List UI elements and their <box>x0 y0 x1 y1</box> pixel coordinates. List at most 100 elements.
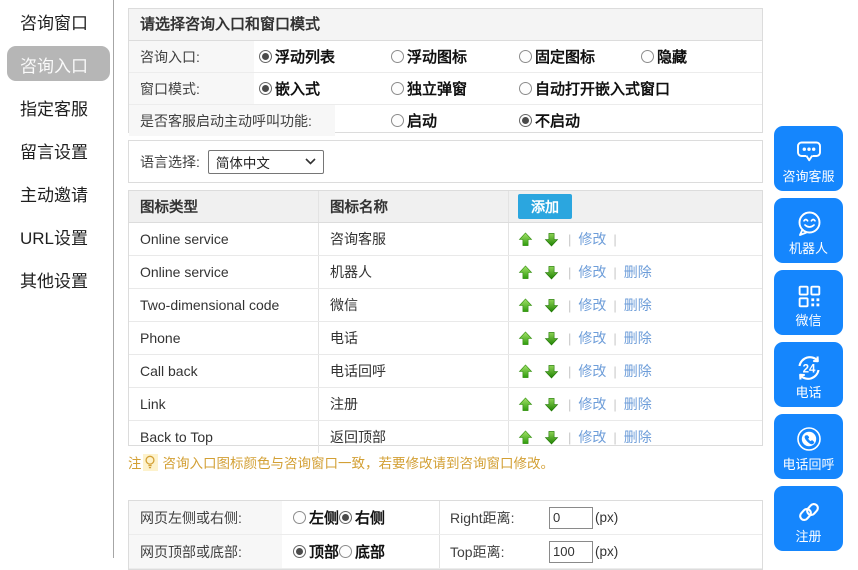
sidebar-item-consult-entry[interactable]: 咨询入口 <box>0 43 113 86</box>
right-distance-input[interactable] <box>549 507 593 529</box>
sidebar-item-label: 咨询入口 <box>0 52 88 77</box>
row-label: 是否客服启动主动呼叫功能: <box>129 105 335 136</box>
radio-option-popup[interactable]: 独立弹窗 <box>391 73 467 104</box>
sidebar-item-url-settings[interactable]: URL设置 <box>0 215 113 258</box>
edit-link[interactable]: 修改 <box>578 295 606 315</box>
edit-link[interactable]: 修改 <box>578 229 606 249</box>
radio-option-enable[interactable]: 启动 <box>391 105 437 136</box>
radio-option-bottom[interactable]: 底部 <box>339 535 385 568</box>
icon-type-cell: Phone <box>129 322 319 354</box>
radio-icon[interactable] <box>259 50 272 63</box>
radio-option-auto-open-embedded[interactable]: 自动打开嵌入式窗口 <box>519 73 670 104</box>
radio-icon[interactable] <box>519 114 532 127</box>
radio-icon[interactable] <box>391 50 404 63</box>
table-row: Back to Top 返回顶部 | 修改 | 删除 <box>129 421 762 453</box>
move-down-icon[interactable] <box>544 430 559 445</box>
radio-option-right[interactable]: 右侧 <box>339 501 385 534</box>
row-actions: | 修改 | 删除 <box>509 388 762 420</box>
quick-button-callback[interactable]: 电话回呼 <box>774 414 843 479</box>
delete-link[interactable]: 删除 <box>624 427 652 447</box>
top-distance-input[interactable] <box>549 541 593 563</box>
separator: | <box>568 331 571 346</box>
radio-icon[interactable] <box>391 82 404 95</box>
svg-text:24: 24 <box>802 363 815 375</box>
move-up-icon[interactable] <box>518 331 533 346</box>
radio-icon[interactable] <box>259 82 272 95</box>
cell-divider <box>439 535 440 568</box>
delete-link[interactable]: 删除 <box>624 361 652 381</box>
move-up-icon[interactable] <box>518 265 533 280</box>
note: 注咨询入口图标颜色与咨询窗口一致，若要修改请到咨询窗口修改。 <box>128 452 554 472</box>
move-up-icon[interactable] <box>518 397 533 412</box>
icon-name-cell: 咨询客服 <box>319 223 509 255</box>
sidebar-item-assign-agent[interactable]: 指定客服 <box>0 86 113 129</box>
radio-icon[interactable] <box>391 114 404 127</box>
edit-link[interactable]: 修改 <box>578 427 606 447</box>
sidebar-item-message-settings[interactable]: 留言设置 <box>0 129 113 172</box>
move-down-icon[interactable] <box>544 364 559 379</box>
quick-button-phone[interactable]: 24 电话 <box>774 342 843 407</box>
radio-label: 不启动 <box>535 110 580 131</box>
radio-option-float-icon[interactable]: 浮动图标 <box>391 41 467 72</box>
move-down-icon[interactable] <box>544 265 559 280</box>
quick-button-register[interactable]: 注册 <box>774 486 843 551</box>
sidebar-item-label: URL设置 <box>0 224 88 249</box>
sidebar-item-consult-window[interactable]: 咨询窗口 <box>0 0 113 43</box>
quick-button-wechat[interactable]: 微信 <box>774 270 843 335</box>
radio-option-fixed-icon[interactable]: 固定图标 <box>519 41 595 72</box>
move-up-icon[interactable] <box>518 364 533 379</box>
move-up-icon[interactable] <box>518 298 533 313</box>
language-select-value: 简体中文 <box>216 152 270 172</box>
radio-option-top[interactable]: 顶部 <box>293 535 339 568</box>
radio-option-hidden[interactable]: 隐藏 <box>641 41 687 72</box>
quick-button-label: 咨询客服 <box>782 170 834 184</box>
phone-callback-icon <box>793 422 825 458</box>
separator: | <box>613 298 616 313</box>
move-up-icon[interactable] <box>518 232 533 247</box>
delete-link[interactable]: 删除 <box>624 262 652 282</box>
row-label: 网页顶部或底部: <box>129 535 282 568</box>
separator: | <box>613 364 616 379</box>
move-down-icon[interactable] <box>544 331 559 346</box>
radio-icon[interactable] <box>339 545 352 558</box>
move-up-icon[interactable] <box>518 430 533 445</box>
edit-link[interactable]: 修改 <box>578 394 606 414</box>
sidebar-item-other-settings[interactable]: 其他设置 <box>0 258 113 301</box>
separator: | <box>568 430 571 445</box>
language-label: 语言选择: <box>129 152 200 172</box>
move-down-icon[interactable] <box>544 397 559 412</box>
radio-label: 浮动列表 <box>275 46 335 67</box>
position-panel: 网页左侧或右侧: 左侧 右侧 Right距离: (px) 网页顶部或底部: 顶部… <box>128 500 763 570</box>
separator: | <box>568 265 571 280</box>
language-panel: 语言选择: 简体中文 <box>128 140 763 183</box>
row-label: 网页左侧或右侧: <box>129 501 282 534</box>
radio-option-disable[interactable]: 不启动 <box>519 105 580 136</box>
radio-option-embedded[interactable]: 嵌入式 <box>259 73 320 104</box>
delete-link[interactable]: 删除 <box>624 328 652 348</box>
language-select[interactable]: 简体中文 <box>208 150 324 174</box>
radio-icon[interactable] <box>293 545 306 558</box>
icon-name-cell: 机器人 <box>319 256 509 288</box>
quick-button-consult[interactable]: 咨询客服 <box>774 126 843 191</box>
radio-icon[interactable] <box>641 50 654 63</box>
add-button[interactable]: 添加 <box>518 194 572 219</box>
radio-option-float-list[interactable]: 浮动列表 <box>259 41 335 72</box>
form-row-window-mode: 窗口模式: 嵌入式 独立弹窗 自动打开嵌入式窗口 <box>129 73 762 105</box>
radio-icon[interactable] <box>339 511 352 524</box>
move-down-icon[interactable] <box>544 232 559 247</box>
icon-type-cell: Two-dimensional code <box>129 289 319 321</box>
radio-icon[interactable] <box>519 82 532 95</box>
delete-link[interactable]: 删除 <box>624 394 652 414</box>
radio-icon[interactable] <box>519 50 532 63</box>
radio-option-left[interactable]: 左侧 <box>293 501 339 534</box>
radio-icon[interactable] <box>293 511 306 524</box>
edit-link[interactable]: 修改 <box>578 328 606 348</box>
move-down-icon[interactable] <box>544 298 559 313</box>
sidebar-item-proactive-invite[interactable]: 主动邀请 <box>0 172 113 215</box>
edit-link[interactable]: 修改 <box>578 361 606 381</box>
form-row-left-right: 网页左侧或右侧: 左侧 右侧 Right距离: (px) <box>129 501 762 535</box>
delete-link[interactable]: 删除 <box>624 295 652 315</box>
quick-button-robot[interactable]: 机器人 <box>774 198 843 263</box>
edit-link[interactable]: 修改 <box>578 262 606 282</box>
icon-name-cell: 微信 <box>319 289 509 321</box>
